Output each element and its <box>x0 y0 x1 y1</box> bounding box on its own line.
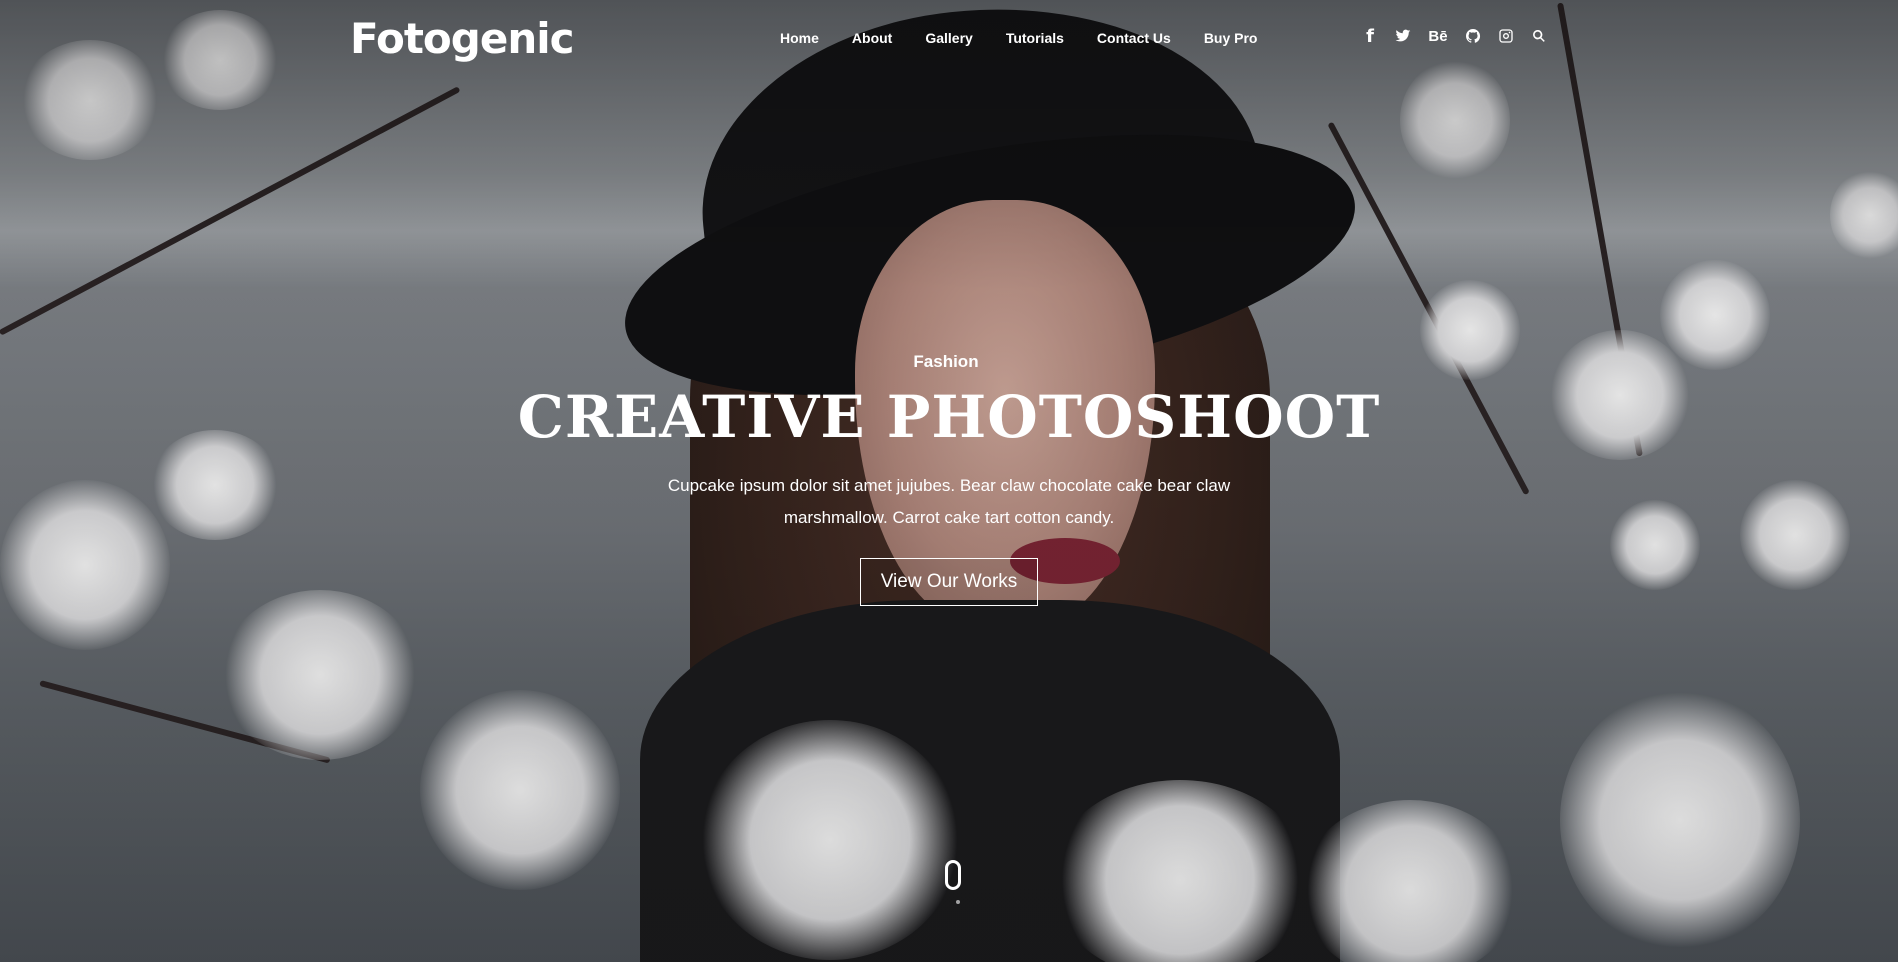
facebook-icon[interactable]: f <box>1360 26 1380 47</box>
instagram-icon[interactable] <box>1496 26 1516 46</box>
twitter-icon[interactable] <box>1393 26 1413 46</box>
nav-item-tutorials[interactable]: Tutorials <box>1006 30 1064 46</box>
site-header: Fotogenic Home About Gallery Tutorials C… <box>0 0 1898 80</box>
scroll-dot <box>956 900 960 904</box>
main-nav: Home About Gallery Tutorials Contact Us … <box>780 30 1291 46</box>
nav-item-buy-pro[interactable]: Buy Pro <box>1204 30 1258 46</box>
hero-section: Fotogenic Home About Gallery Tutorials C… <box>0 0 1898 962</box>
hero-category[interactable]: Fashion <box>0 352 1898 372</box>
hero-content: Fashion CREATIVE PHOTOSHOOT Cupcake ipsu… <box>0 352 1898 606</box>
view-our-works-button[interactable]: View Our Works <box>859 557 1039 606</box>
site-logo[interactable]: Fotogenic <box>350 14 575 63</box>
hero-description: Cupcake ipsum dolor sit amet jujubes. Be… <box>667 475 1231 527</box>
behance-icon[interactable]: Bē <box>1426 26 1450 46</box>
search-icon[interactable] <box>1529 26 1549 46</box>
nav-item-home[interactable]: Home <box>780 30 819 46</box>
hero-headline: CREATIVE PHOTOSHOOT <box>517 383 1381 451</box>
nav-item-gallery[interactable]: Gallery <box>925 30 972 46</box>
github-icon[interactable] <box>1463 26 1483 46</box>
nav-item-about[interactable]: About <box>852 30 892 46</box>
nav-item-contact-us[interactable]: Contact Us <box>1097 30 1171 46</box>
social-links: f Bē <box>1360 26 1562 47</box>
scroll-down-icon[interactable] <box>945 860 961 890</box>
